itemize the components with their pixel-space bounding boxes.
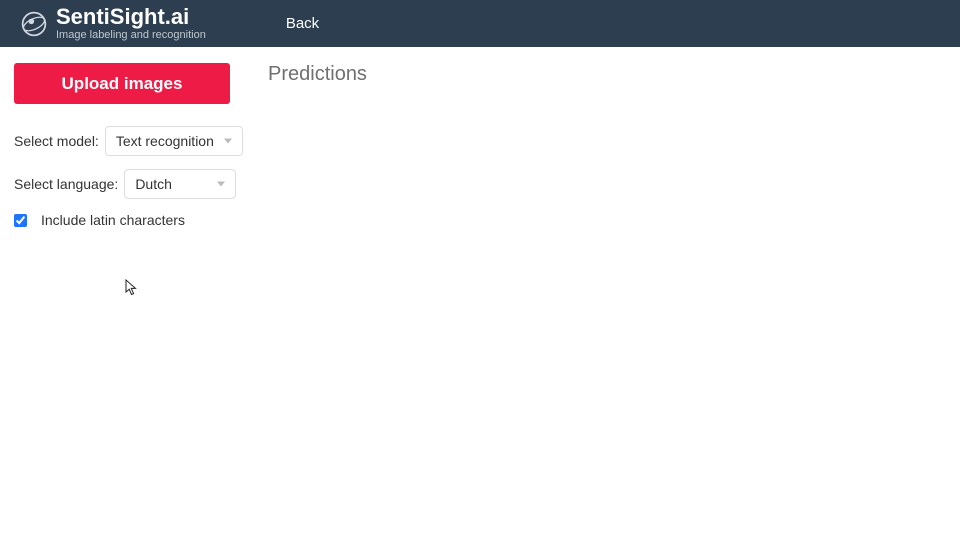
brand-logo-icon <box>20 10 48 38</box>
select-language-label: Select language: <box>14 176 118 192</box>
select-model-label: Select model: <box>14 133 99 149</box>
model-row: Select model: Text recognition <box>14 126 254 156</box>
include-latin-label: Include latin characters <box>41 212 185 228</box>
chevron-down-icon <box>224 139 232 144</box>
back-link[interactable]: Back <box>286 15 319 32</box>
brand-name: SentiSight.ai <box>56 6 206 28</box>
app-header: SentiSight.ai Image labeling and recogni… <box>0 0 960 47</box>
include-latin-checkbox[interactable] <box>14 214 27 227</box>
sidebar: Upload images Select model: Text recogni… <box>14 63 254 228</box>
brand-block[interactable]: SentiSight.ai Image labeling and recogni… <box>20 6 206 41</box>
include-latin-row: Include latin characters <box>14 212 254 228</box>
brand-tagline: Image labeling and recognition <box>56 30 206 41</box>
predictions-title: Predictions <box>268 63 950 86</box>
select-language-value: Dutch <box>135 176 172 192</box>
main-panel: Predictions <box>254 63 950 228</box>
mouse-cursor-icon <box>125 279 139 302</box>
select-model-value: Text recognition <box>116 133 214 149</box>
select-model-dropdown[interactable]: Text recognition <box>105 126 243 156</box>
upload-images-button[interactable]: Upload images <box>14 63 230 104</box>
language-row: Select language: Dutch <box>14 169 254 199</box>
chevron-down-icon <box>217 182 225 187</box>
select-language-dropdown[interactable]: Dutch <box>124 169 236 199</box>
